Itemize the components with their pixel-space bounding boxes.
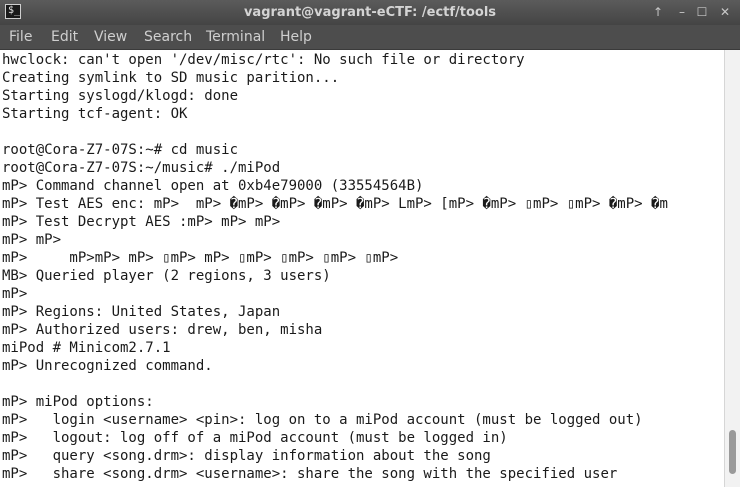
terminal-line: MB> Queried player (2 regions, 3 users) bbox=[2, 268, 331, 284]
terminal-line: mP> Command channel open at 0xb4e79000 (… bbox=[2, 178, 424, 194]
terminal-line: root@Cora-Z7-07S:~/music# ./miPod bbox=[2, 160, 281, 176]
terminal-line: Starting tcf-agent: OK bbox=[2, 106, 188, 122]
terminal-line: root@Cora-Z7-07S:~# cd music bbox=[2, 142, 239, 158]
menu-help[interactable]: Help bbox=[280, 25, 312, 50]
terminal-line: mP> mP>mP> mP> ▯mP> mP> ▯mP> ▯mP> ▯mP> ▯… bbox=[2, 250, 399, 266]
terminal-line: mP> logout: log off of a miPod account (… bbox=[2, 430, 508, 446]
vertical-scrollbar[interactable] bbox=[724, 50, 740, 487]
menu-bar: File Edit View Search Terminal Help bbox=[0, 25, 740, 50]
terminal-line: mP> Unrecognized command. bbox=[2, 358, 213, 374]
terminal-line: hwclock: can't open '/dev/misc/rtc': No … bbox=[2, 52, 525, 68]
scrollbar-thumb[interactable] bbox=[729, 430, 736, 474]
minimize-button[interactable]: – bbox=[673, 3, 691, 21]
terminal-line: Starting syslogd/klogd: done bbox=[2, 88, 239, 104]
menu-view[interactable]: View bbox=[94, 25, 127, 50]
menu-search[interactable]: Search bbox=[144, 25, 192, 50]
terminal-line: mP> miPod options: bbox=[2, 394, 154, 410]
title-bar: $_ vagrant@vagrant-eCTF: /ectf/tools ↑ –… bbox=[0, 0, 740, 25]
terminal-line: mP> login <username> <pin>: log on to a … bbox=[2, 412, 643, 428]
menu-terminal[interactable]: Terminal bbox=[206, 25, 265, 50]
close-button[interactable]: ✕ bbox=[716, 3, 734, 21]
maximize-button[interactable]: ☐ bbox=[693, 3, 711, 21]
terminal-line: mP> Test Decrypt AES :mP> mP> mP> bbox=[2, 214, 281, 230]
terminal-line: miPod # Minicom2.7.1 bbox=[2, 340, 171, 356]
terminal-line: mP> mP> bbox=[2, 232, 62, 248]
menu-file[interactable]: File bbox=[9, 25, 32, 50]
terminal-line: mP> query <song.drm>: display informatio… bbox=[2, 448, 491, 464]
terminal-line: mP> Authorized users: drew, ben, misha bbox=[2, 322, 323, 338]
menu-edit[interactable]: Edit bbox=[51, 25, 78, 50]
window-title: vagrant@vagrant-eCTF: /ectf/tools bbox=[243, 5, 497, 20]
terminal-line: Creating symlink to SD music parition... bbox=[2, 70, 340, 86]
scroll-up-icon[interactable]: ↑ bbox=[649, 3, 667, 21]
terminal-output[interactable]: hwclock: can't open '/dev/misc/rtc': No … bbox=[0, 50, 724, 487]
terminal-line: mP> Test AES enc: mP> mP> �mP> �mP> �mP>… bbox=[2, 196, 668, 212]
terminal-line: mP> bbox=[2, 286, 28, 302]
terminal-line: mP> Regions: United States, Japan bbox=[2, 304, 281, 320]
terminal-line: mP> share <song.drm> <username>: share t… bbox=[2, 466, 618, 482]
